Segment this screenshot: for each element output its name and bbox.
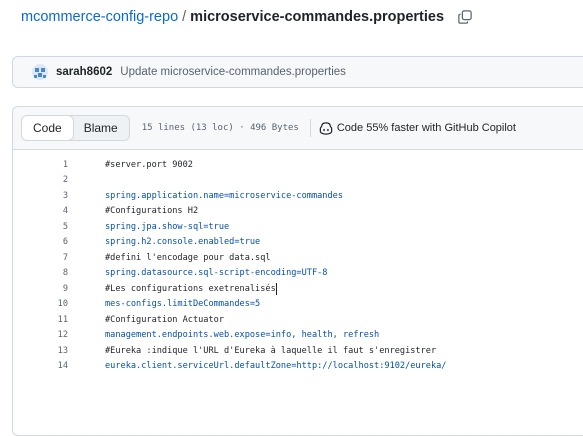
line-text: mes-configs.limitDeCommandes=5 bbox=[105, 299, 261, 310]
line-text: #server.port 9002 bbox=[105, 159, 193, 170]
line-number[interactable]: 4 bbox=[13, 206, 105, 216]
commit-author[interactable]: sarah8602 bbox=[56, 66, 112, 78]
code-line: 7 #defini l'encodage pour data.sql bbox=[13, 250, 583, 266]
line-text: #Les configurations exetrenalisés bbox=[105, 283, 276, 294]
file-header: Code Blame 15 lines (13 loc) · 496 Bytes… bbox=[13, 107, 583, 150]
line-number[interactable]: 11 bbox=[13, 315, 105, 325]
copilot-promo[interactable]: Code 55% faster with GitHub Copilot bbox=[319, 121, 516, 135]
line-text: #Configurations H2 bbox=[105, 206, 199, 217]
tab-code[interactable]: Code bbox=[21, 115, 74, 141]
line-text: eureka.client.serviceUrl.defaultZone=htt… bbox=[105, 361, 447, 372]
repo-link[interactable]: mcommerce-config-repo bbox=[21, 9, 178, 25]
line-number[interactable]: 2 bbox=[13, 175, 105, 185]
code-listing: 1 #server.port 9002 2 3 spring.application.n… bbox=[13, 150, 583, 374]
copilot-text: Code 55% faster with GitHub Copilot bbox=[336, 122, 516, 134]
code-line: 5 spring.jpa.show-sql=true bbox=[13, 219, 583, 235]
code-line: 13 #Eureka :indique l'URL d'Eureka à laqu… bbox=[13, 343, 583, 359]
code-line: 14 eureka.client.serviceUrl.defaultZone=h… bbox=[13, 359, 583, 375]
code-line: 2 bbox=[13, 173, 583, 189]
code-line: 6 spring.h2.console.enabled=true bbox=[13, 235, 583, 251]
header-divider bbox=[309, 119, 311, 137]
code-line: 4 #Configurations H2 bbox=[13, 204, 583, 220]
avatar[interactable] bbox=[32, 64, 48, 80]
code-line: 1 #server.port 9002 bbox=[13, 157, 583, 173]
line-number[interactable]: 12 bbox=[13, 330, 105, 340]
breadcrumb: mcommerce-config-repo / microservice-comma… bbox=[21, 9, 472, 28]
commit-message[interactable]: Update microservice-commandes.properties bbox=[120, 66, 346, 78]
line-text: management.endpoints.web.expose=info, he… bbox=[105, 330, 380, 341]
line-number[interactable]: 6 bbox=[13, 237, 105, 247]
view-toggle: Code Blame bbox=[21, 115, 130, 141]
code-line: 10 mes-configs.limitDeCommandes=5 bbox=[13, 297, 583, 313]
line-number[interactable]: 1 bbox=[13, 160, 105, 170]
file-name: microservice-commandes.properties bbox=[190, 9, 445, 25]
copy-path-icon[interactable] bbox=[458, 10, 472, 28]
line-number[interactable]: 8 bbox=[13, 268, 105, 278]
line-number[interactable]: 13 bbox=[13, 346, 105, 356]
code-line: 12 management.endpoints.web.expose=info, … bbox=[13, 328, 583, 344]
line-number[interactable]: 7 bbox=[13, 253, 105, 263]
code-line: 9 #Les configurations exetrenalisés bbox=[13, 281, 583, 297]
text-cursor bbox=[275, 282, 277, 295]
tab-blame[interactable]: Blame bbox=[73, 116, 129, 140]
line-number[interactable]: 3 bbox=[13, 191, 105, 201]
code-line: 11 #Configuration Actuator bbox=[13, 312, 583, 328]
line-text: spring.application.name=microservice-com… bbox=[105, 190, 343, 201]
file-viewer: Code Blame 15 lines (13 loc) · 496 Bytes… bbox=[12, 106, 583, 436]
line-text: spring.datasource.sql-script-encoding=UT… bbox=[105, 268, 328, 279]
latest-commit-bar: sarah8602 Update microservice-commandes.… bbox=[12, 56, 583, 88]
line-text: #Configuration Actuator bbox=[105, 314, 224, 325]
breadcrumb-separator: / bbox=[182, 9, 187, 25]
line-text: spring.jpa.show-sql=true bbox=[105, 221, 230, 232]
line-number[interactable]: 10 bbox=[13, 299, 105, 309]
line-text: #Eureka :indique l'URL d'Eureka à laquel… bbox=[105, 345, 437, 356]
code-line: 3 spring.application.name=microservice-co… bbox=[13, 188, 583, 204]
line-number[interactable]: 9 bbox=[13, 284, 105, 294]
line-text: spring.h2.console.enabled=true bbox=[105, 237, 261, 248]
line-text: #defini l'encodage pour data.sql bbox=[105, 252, 271, 263]
code-line: 8 spring.datasource.sql-script-encoding=U… bbox=[13, 266, 583, 282]
file-info: 15 lines (13 loc) · 496 Bytes bbox=[141, 123, 299, 133]
line-number[interactable]: 5 bbox=[13, 222, 105, 232]
copilot-icon bbox=[319, 121, 333, 135]
line-number[interactable]: 14 bbox=[13, 361, 105, 371]
